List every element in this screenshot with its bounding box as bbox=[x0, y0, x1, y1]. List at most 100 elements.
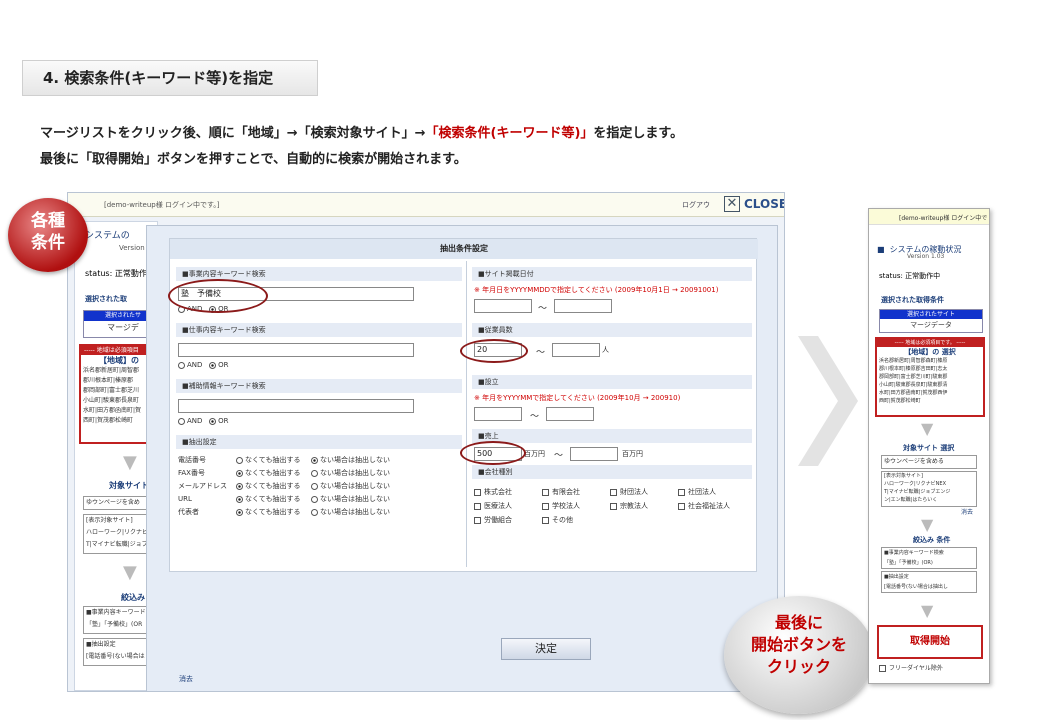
company-type-checkbox[interactable]: 有限会社 bbox=[542, 487, 580, 497]
extract-no-radio[interactable] bbox=[311, 482, 318, 490]
description-text: マージリストをクリック後、順に「地域」→「検索対象サイト」→ bbox=[40, 126, 426, 141]
site-date-to-input[interactable] bbox=[554, 299, 612, 313]
rp-region-line: 小山町|駿東郡長泉町|駿東郡清 bbox=[879, 382, 948, 388]
rp-target-site-list[interactable]: [表示対象サイト] ハローワーク|リクナビNEX T|マイナビ転職|ジョブエンジ… bbox=[881, 471, 977, 507]
rp-narrow-line: ■事業内容キーワード検索 bbox=[884, 550, 944, 556]
extract-yes-radio[interactable] bbox=[236, 508, 243, 516]
rp-narrow-line: ■抽出設定 bbox=[884, 574, 909, 580]
or-radio[interactable] bbox=[209, 417, 217, 425]
free-dial-checkbox[interactable]: フリーダイヤル除外 bbox=[879, 663, 943, 672]
extract-yes-radio[interactable] bbox=[236, 469, 243, 477]
rp-yuupage-select[interactable]: ゆウンページを含める bbox=[881, 455, 977, 469]
rp-extract-box[interactable]: ■抽出設定 [電話番号(ない場合は抽出し bbox=[881, 571, 977, 593]
founded-note: ※ 年月をYYYYMMで指定してください (2009年10月 → 200910) bbox=[474, 394, 681, 402]
company-type-checkbox[interactable]: 社会福祉法人 bbox=[678, 501, 730, 511]
extract-row: URL なくても抽出する ない場合は抽出しない bbox=[178, 495, 390, 503]
company-type-checkbox[interactable]: 株式会社 bbox=[474, 487, 512, 497]
and-radio[interactable] bbox=[178, 361, 185, 369]
step-title: 4. 検索条件(キーワード等)を指定 bbox=[22, 60, 318, 96]
rp-selected-header: 選択された取得条件 bbox=[881, 296, 944, 304]
company-type-checkbox[interactable]: 財団法人 bbox=[610, 487, 648, 497]
rp-merge-data: マージデータ bbox=[910, 321, 952, 329]
rp-target-line: T|マイナビ転職|ジョブエンジ bbox=[884, 489, 951, 495]
top-bar: [demo-writeup様 ログイン中です。] ログアウ ✕ CLOSE bbox=[68, 193, 784, 217]
tilde: ～ bbox=[554, 451, 564, 461]
conditions-form: 抽出条件設定 ■事業内容キーワード検索 塾 予備校 AND OR ■仕事内容キー… bbox=[168, 238, 758, 572]
rp-target-line: ン|エン転職|はたらいく bbox=[884, 497, 938, 503]
extract-yes-radio[interactable] bbox=[236, 456, 243, 464]
rp-clear-link[interactable]: 消去 bbox=[961, 507, 973, 516]
description-line-2: 最後に「取得開始」ボタンを押すことで、自動的に検索が開始されます。 bbox=[40, 152, 467, 167]
site-date-note: ※ 年月日をYYYYMMDDで指定してください (2009年10月1日 → 20… bbox=[474, 286, 719, 294]
company-type-checkbox[interactable]: 労働組合 bbox=[474, 515, 512, 525]
description-line-1: マージリストをクリック後、順に「地域」→「検索対象サイト」→「検索条件(キーワー… bbox=[40, 122, 683, 141]
next-arrow-icon bbox=[798, 336, 858, 466]
rp-target-site-title: 対象サイト 選択 bbox=[903, 444, 955, 452]
kw3-section: ■補助情報キーワード検索 bbox=[176, 379, 462, 393]
extract-no-radio[interactable] bbox=[311, 469, 318, 477]
company-type-checkbox[interactable]: 社団法人 bbox=[678, 487, 716, 497]
app-screenshot: [demo-writeup様 ログイン中です。] ログアウ ✕ CLOSE シス… bbox=[67, 192, 785, 692]
site-date-section: ■サイト掲載日付 bbox=[472, 267, 752, 281]
rp-region-select[interactable]: ----- 地域は必須項目です。 ----- 【地域】の 選択 浜名郡新居町|周… bbox=[875, 337, 985, 417]
down-arrow-icon: ▼ bbox=[921, 601, 934, 620]
highlight-oval bbox=[460, 441, 526, 465]
extract-yes-radio[interactable] bbox=[236, 495, 243, 503]
start-fetch-button[interactable]: 取得開始 bbox=[877, 625, 983, 659]
extract-conditions-modal: 抽出条件設定 ■事業内容キーワード検索 塾 予備校 AND OR ■仕事内容キー… bbox=[146, 225, 778, 691]
rp-version: Version 1.03 bbox=[907, 253, 945, 260]
tilde: ～ bbox=[538, 304, 548, 314]
extract-row: メールアドレス なくても抽出する ない場合は抽出しない bbox=[178, 482, 390, 490]
rp-region-line: 西町|賀茂郡松崎町 bbox=[879, 398, 921, 404]
sales-unit: 百万円 bbox=[524, 450, 545, 458]
badge-text: 条件 bbox=[31, 233, 65, 253]
extract-rows: 電話番号 なくても抽出する ない場合は抽出しない FAX番号 なくても抽出する ない場合… bbox=[178, 455, 458, 520]
company-type-checkbox[interactable]: 宗教法人 bbox=[610, 501, 648, 511]
extract-no-radio[interactable] bbox=[311, 456, 318, 464]
kw3-logic: AND OR bbox=[178, 417, 228, 425]
logout-link[interactable]: ログアウ bbox=[682, 200, 710, 210]
clear-link[interactable]: 消去 bbox=[179, 674, 193, 684]
extract-row: 代表者 なくても抽出する ない場合は抽出しない bbox=[178, 508, 390, 516]
sales-to-input[interactable] bbox=[570, 447, 618, 461]
company-type-checkbox[interactable]: その他 bbox=[542, 515, 573, 525]
system-title: システムの bbox=[85, 231, 130, 241]
close-icon[interactable]: ✕ bbox=[724, 196, 740, 212]
result-panel: [demo-writeup様 ログイン中で ■ システムの稼動状況 Versio… bbox=[868, 208, 990, 684]
employees-unit: 人 bbox=[602, 346, 609, 354]
founded-from-input[interactable] bbox=[474, 407, 522, 421]
close-button[interactable]: CLOSE bbox=[744, 197, 784, 211]
site-date-from-input[interactable] bbox=[474, 299, 532, 313]
and-radio[interactable] bbox=[178, 417, 185, 425]
extract-row: 電話番号 なくても抽出する ない場合は抽出しない bbox=[178, 456, 390, 464]
company-type-checkbox[interactable]: 学校法人 bbox=[542, 501, 580, 511]
badge-text: 最後に bbox=[774, 613, 823, 632]
job-keyword-input[interactable] bbox=[178, 343, 414, 357]
rp-selected-site[interactable]: 選択されたサイト マージデータ bbox=[879, 309, 983, 333]
founded-to-input[interactable] bbox=[546, 407, 594, 421]
target-site-title: 対象サイト bbox=[109, 481, 149, 490]
badge-text: 各種 bbox=[31, 211, 65, 231]
description-highlight: 「検索条件(キーワード等)」 bbox=[425, 126, 594, 141]
description-text: を指定します。 bbox=[593, 126, 684, 141]
rp-login-status: [demo-writeup様 ログイン中で bbox=[899, 215, 988, 222]
rp-region-line: 水町|田方郡函南町|賀茂郡西伊 bbox=[879, 390, 948, 396]
or-label: OR bbox=[218, 361, 229, 369]
aux-keyword-input[interactable] bbox=[178, 399, 414, 413]
or-radio[interactable] bbox=[209, 361, 217, 369]
extract-yes-radio[interactable] bbox=[236, 482, 243, 490]
highlight-oval bbox=[168, 279, 268, 313]
decide-button[interactable]: 決定 bbox=[501, 638, 591, 660]
extract-no-radio[interactable] bbox=[311, 495, 318, 503]
tilde: ～ bbox=[536, 348, 546, 358]
rp-narrow-box[interactable]: ■事業内容キーワード検索 「塾」「予備校」(OR) bbox=[881, 547, 977, 569]
monitor-icon: ■ bbox=[877, 245, 885, 254]
company-type-checkbox[interactable]: 医療法人 bbox=[474, 501, 512, 511]
highlight-oval bbox=[460, 339, 528, 363]
employees-to-input[interactable] bbox=[552, 343, 600, 357]
down-arrow-icon: ▼ bbox=[123, 452, 137, 473]
extract-section: ■抽出設定 bbox=[176, 435, 462, 449]
rp-selected-site-label: 選択されたサイト bbox=[880, 310, 982, 319]
extract-row: FAX番号 なくても抽出する ない場合は抽出しない bbox=[178, 469, 390, 477]
extract-no-radio[interactable] bbox=[311, 508, 318, 516]
